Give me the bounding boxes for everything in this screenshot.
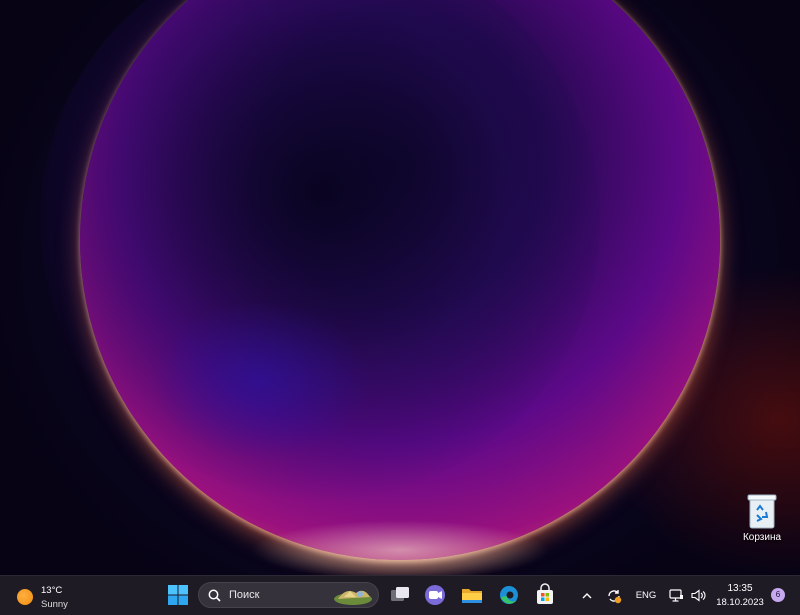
store-button[interactable] xyxy=(531,581,559,609)
windows-logo-icon xyxy=(168,585,188,605)
show-hidden-icons-button[interactable] xyxy=(578,576,596,615)
weather-condition: Sunny xyxy=(41,599,68,610)
start-button[interactable] xyxy=(164,581,192,609)
task-view-button[interactable] xyxy=(386,581,414,609)
weather-temperature: 13°C xyxy=(41,585,63,596)
search-highlight-icon xyxy=(332,586,374,611)
store-bag-icon xyxy=(537,583,553,604)
taskbar: 13°C Sunny Поиск ENG 13:35 18.10.2023 6 xyxy=(0,575,800,615)
clock[interactable]: 13:35 18.10.2023 xyxy=(712,576,768,615)
sync-tray-button[interactable] xyxy=(603,576,625,615)
network-monitor-icon xyxy=(668,589,683,602)
clock-time: 13:35 xyxy=(727,583,753,594)
notification-badge[interactable]: 6 xyxy=(771,588,785,602)
volume-button[interactable] xyxy=(688,576,708,615)
desktop-wallpaper xyxy=(0,0,800,575)
file-explorer-button[interactable] xyxy=(458,581,486,609)
edge-icon xyxy=(500,586,518,604)
recycle-bin-icon xyxy=(747,492,777,530)
edge-browser-button[interactable] xyxy=(495,581,523,609)
recycle-bin-label: Корзина xyxy=(742,532,782,543)
sun-icon xyxy=(17,589,33,605)
task-view-icon xyxy=(391,587,409,601)
teams-chat-icon xyxy=(425,585,445,605)
network-button[interactable] xyxy=(666,576,686,615)
chevron-up-icon xyxy=(582,593,592,599)
search-placeholder: Поиск xyxy=(229,589,260,601)
search-box[interactable]: Поиск xyxy=(198,582,379,608)
folder-icon xyxy=(462,589,482,603)
speaker-icon xyxy=(690,589,705,602)
recycle-bin-desktop-icon[interactable]: Корзина xyxy=(734,488,790,543)
teams-chat-button[interactable] xyxy=(421,581,449,609)
language-indicator[interactable]: ENG xyxy=(632,576,660,615)
weather-widget[interactable]: 13°C Sunny xyxy=(14,582,94,610)
clock-date: 18.10.2023 xyxy=(716,597,764,608)
search-icon xyxy=(208,589,221,607)
sync-warning-icon xyxy=(608,589,622,603)
